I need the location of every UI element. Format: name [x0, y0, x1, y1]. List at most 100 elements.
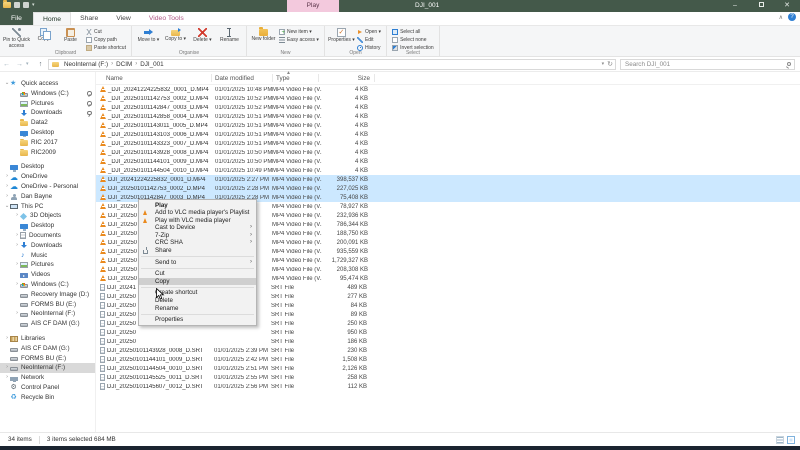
menu-item-properties[interactable]: Properties	[139, 316, 256, 324]
new-folder-button[interactable]: New folder	[250, 27, 277, 43]
open-button[interactable]: Open ▾	[355, 28, 383, 36]
properties-button[interactable]: Properties ▾	[328, 27, 355, 44]
easy-access-button[interactable]: Easy access ▾	[277, 36, 321, 44]
address-bar[interactable]: NeoInternal (F:) › DCIM › DJI_001 ▾ ↻	[48, 59, 616, 70]
qat-newfolder-icon[interactable]	[23, 2, 29, 8]
sidebar-item-libraries[interactable]: ›Libraries	[0, 334, 95, 344]
file-row[interactable]: _DJI_20250101144504_0010_D.MP401/01/2025…	[96, 166, 800, 175]
sidebar-item-desktop[interactable]: Desktop	[0, 128, 95, 138]
tab-video-tools[interactable]: Video Tools	[140, 12, 193, 25]
sidebar-item-documents[interactable]: ›Documents	[0, 231, 95, 241]
pin-to-quick-access-button[interactable]: Pin to Quick access	[3, 27, 30, 50]
sidebar-item-dan-bayne[interactable]: ›Dan Bayne	[0, 192, 95, 202]
file-row[interactable]: DJI_20250101145607_0012_D.SRT01/01/2025 …	[96, 382, 800, 391]
sidebar-item-ais-cf-dam-g[interactable]: AIS CF DAM (G:)	[0, 319, 95, 329]
sidebar-item-forms-bu-e[interactable]: FORMS BU (E:)	[0, 300, 95, 310]
refresh-icon[interactable]: ↻	[607, 60, 613, 69]
select-none-button[interactable]: Select none	[390, 36, 436, 44]
recent-locations-chevron-icon[interactable]: ▾	[26, 61, 34, 67]
tab-home[interactable]: Home	[33, 12, 71, 25]
contextual-tab-play[interactable]: Play	[287, 0, 339, 12]
sidebar-item-ric-2017[interactable]: RIC 2017	[0, 138, 95, 148]
search-box[interactable]	[620, 59, 795, 70]
menu-item-rename[interactable]: Rename	[139, 305, 256, 313]
large-icons-view-icon[interactable]	[787, 436, 795, 444]
copy-path-button[interactable]: Copy path	[84, 36, 128, 44]
delete-button[interactable]: Delete ▾	[189, 27, 216, 44]
sidebar-item-desktop[interactable]: Desktop	[0, 221, 95, 231]
sidebar-item-onedrive-personal[interactable]: ›OneDrive - Personal	[0, 182, 95, 192]
file-row[interactable]: _DJI_20250101142847_0003_D.MP401/01/2025…	[96, 103, 800, 112]
breadcrumb-dcim[interactable]: DCIM	[114, 61, 134, 68]
select-all-button[interactable]: Select all	[390, 28, 436, 36]
search-input[interactable]	[621, 60, 794, 69]
sidebar-item-downloads[interactable]: Downloads	[0, 108, 95, 118]
sidebar-item-onedrive[interactable]: ›OneDrive	[0, 172, 95, 182]
sidebar-item-recovery-image-d[interactable]: Recovery Image (D:)	[0, 290, 95, 300]
forward-icon[interactable]: →	[13, 61, 26, 68]
file-row[interactable]: _DJI_20250101143928_0008_D.MP401/01/2025…	[96, 148, 800, 157]
close-button[interactable]: ✕	[774, 0, 800, 12]
sidebar-item-ais-cf-dam-g[interactable]: AIS CF DAM (G:)	[0, 344, 95, 354]
file-row[interactable]: DJI_20250SRT File950 KB	[96, 328, 800, 337]
sidebar-item-music[interactable]: Music	[0, 251, 95, 261]
sidebar-item-forms-bu-e[interactable]: FORMS BU (E:)	[0, 354, 95, 364]
file-row[interactable]: _DJI_20241224225832_0001_D.MP401/01/2025…	[96, 85, 800, 94]
menu-item-send-to[interactable]: Send to›	[139, 259, 256, 267]
sidebar-item-this-pc[interactable]: ⌄This PC	[0, 202, 95, 212]
back-icon[interactable]: ←	[0, 61, 13, 68]
breadcrumb-drive[interactable]: NeoInternal (F:)	[62, 61, 110, 68]
sidebar-item-neointernal-f[interactable]: ›NeoInternal (F:)	[0, 309, 95, 319]
menu-item-share[interactable]: Share	[139, 247, 256, 255]
up-icon[interactable]: ↑	[34, 61, 47, 68]
tab-view[interactable]: View	[107, 12, 140, 25]
file-row[interactable]: DJI_20250101142753_0002_D.MP401/01/2025 …	[96, 184, 800, 193]
file-row[interactable]: DJI_20250101144101_0009_D.SRT01/01/2025 …	[96, 355, 800, 364]
edit-button[interactable]: Edit	[355, 36, 383, 44]
column-resize-handle[interactable]	[318, 74, 319, 82]
sidebar-item-desktop[interactable]: Desktop	[0, 162, 95, 172]
sidebar-item-videos[interactable]: Videos	[0, 270, 95, 280]
sidebar-item-pictures[interactable]: ›Pictures	[0, 260, 95, 270]
file-row[interactable]: _DJI_20250101142858_0004_D.MP401/01/2025…	[96, 112, 800, 121]
file-row[interactable]: DJI_20241224225832_0001_D.MP401/01/2025 …	[96, 175, 800, 184]
sidebar-item-recycle-bin[interactable]: Recycle Bin	[0, 393, 95, 403]
copy-button[interactable]: Copy	[30, 27, 57, 43]
sidebar-item-3d-objects[interactable]: ›3D Objects	[0, 211, 95, 221]
sidebar-item-ric2009[interactable]: RIC2009	[0, 148, 95, 158]
menu-item-play[interactable]: Play	[139, 202, 256, 210]
column-resize-handle[interactable]	[272, 74, 273, 82]
column-header-name[interactable]: Name	[106, 72, 123, 85]
menu-item-copy[interactable]: Copy	[139, 278, 256, 286]
sidebar-item-neointernal-f[interactable]: ›NeoInternal (F:)	[0, 363, 95, 373]
tab-share[interactable]: Share	[71, 12, 107, 25]
menu-item-cast-to-device[interactable]: Cast to Device›	[139, 224, 256, 232]
menu-item-cut[interactable]: Cut	[139, 270, 256, 278]
file-row[interactable]: DJI_20250101143928_0008_D.SRT01/01/2025 …	[96, 346, 800, 355]
details-view-icon[interactable]	[776, 436, 784, 444]
cut-button[interactable]: Cut	[84, 28, 128, 36]
rename-button[interactable]: Rename	[216, 27, 243, 44]
sidebar-item-downloads[interactable]: ›Downloads	[0, 241, 95, 251]
file-row[interactable]: DJI_20250101144504_0010_D.SRT01/01/2025 …	[96, 364, 800, 373]
minimize-button[interactable]: –	[722, 0, 748, 12]
move-to-button[interactable]: Move to ▾	[135, 27, 162, 44]
paste-button[interactable]: Paste	[57, 27, 84, 44]
tab-file[interactable]: File	[0, 12, 33, 25]
file-row[interactable]: _DJI_20250101143323_0007_D.MP401/01/2025…	[96, 139, 800, 148]
maximize-button[interactable]	[748, 0, 774, 12]
qat-properties-icon[interactable]	[14, 2, 20, 8]
column-header-size[interactable]: Size	[322, 72, 370, 85]
column-resize-handle[interactable]	[374, 74, 375, 82]
copy-to-button[interactable]: Copy to ▾	[162, 27, 189, 43]
sidebar-item-network[interactable]: ›Network	[0, 373, 95, 383]
breadcrumb-current-folder[interactable]: DJI_001	[138, 61, 165, 68]
menu-item-7-zip[interactable]: 7-Zip›	[139, 232, 256, 240]
file-row[interactable]: _DJI_20250101142753_0002_D.MP401/01/2025…	[96, 94, 800, 103]
collapse-ribbon-icon[interactable]: ∧	[779, 14, 783, 21]
file-row[interactable]: DJI_20250101145525_0011_D.SRT01/01/2025 …	[96, 373, 800, 382]
column-resize-handle[interactable]	[211, 74, 212, 82]
menu-item-play-with-vlc-media-player[interactable]: Play with VLC media player	[139, 217, 256, 225]
file-row[interactable]: _DJI_20250101144101_0009_D.MP401/01/2025…	[96, 157, 800, 166]
new-item-button[interactable]: New item ▾	[277, 28, 321, 36]
